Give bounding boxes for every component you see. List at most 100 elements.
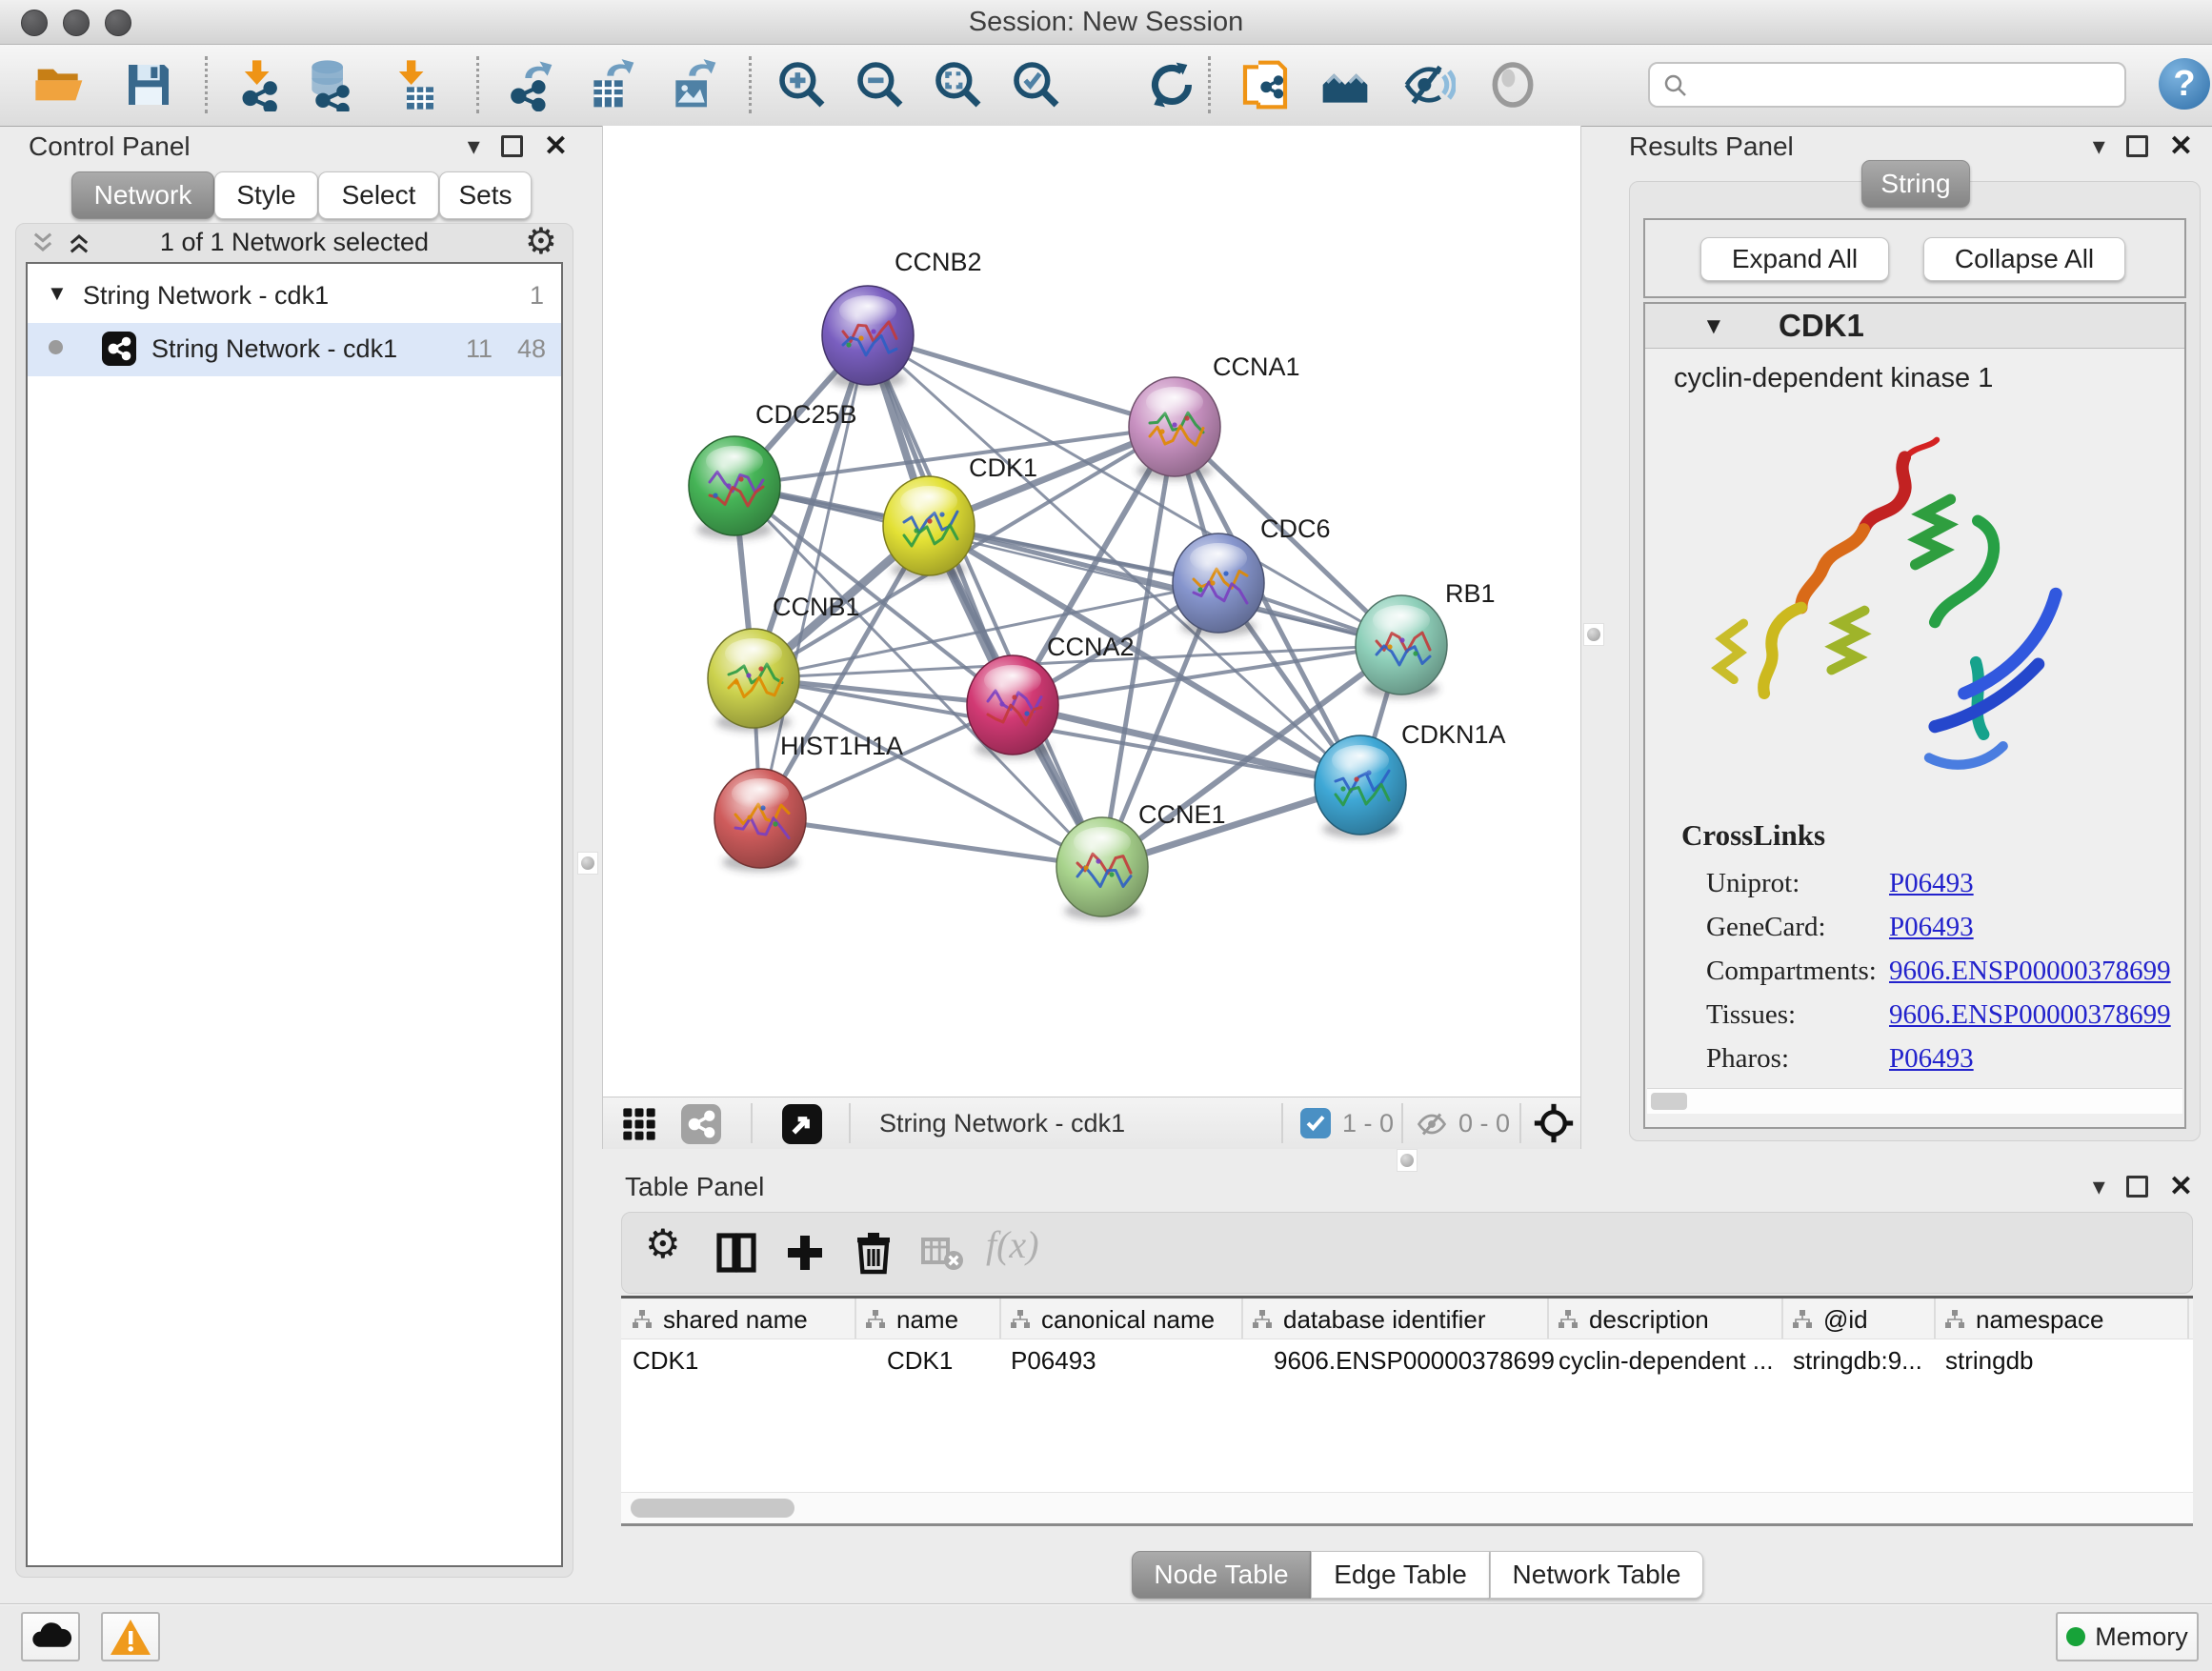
tab-network-table[interactable]: Network Table [1490,1551,1703,1599]
close-panel-icon[interactable]: ✕ [2169,137,2193,156]
network-row-selected[interactable]: String Network - cdk1 11 48 [28,323,561,376]
collapse-all-button[interactable]: Collapse All [1923,237,2125,281]
float-panel-icon[interactable]: ▾ [468,131,480,161]
left-splitter-handle[interactable] [577,852,598,875]
zoom-in-icon[interactable] [775,58,829,111]
section-expander-icon[interactable]: ▼ [1702,313,1725,340]
help-button[interactable]: ? [2159,58,2210,110]
crosslink-link[interactable]: 9606.ENSP00000378699 [1889,999,2171,1031]
zoom-out-icon[interactable] [854,58,907,111]
maximize-panel-icon[interactable] [2126,135,2148,157]
show-columns-icon[interactable] [714,1230,759,1276]
search-input[interactable] [1699,66,2113,102]
save-session-icon[interactable] [122,58,175,111]
search-icon [1661,71,1690,100]
selected-checkbox-icon[interactable] [1300,1108,1331,1138]
bottom-splitter-handle[interactable] [1397,1149,1418,1172]
network-collection-row[interactable]: ▼ String Network - cdk1 1 [28,272,561,321]
tab-select[interactable]: Select [318,171,439,219]
table-cell[interactable]: CDK1 [633,1346,851,1376]
hidden-eye-icon [1415,1107,1449,1141]
tab-edge-table[interactable]: Edge Table [1311,1551,1490,1599]
gear-icon[interactable]: ⚙ [525,220,557,263]
column-header-canonical-name[interactable]: canonical name [999,1299,1243,1339]
float-panel-icon[interactable]: ▾ [2093,1172,2105,1201]
export-network-icon[interactable] [503,58,556,111]
table-settings-gear-icon[interactable]: ⚙ [645,1220,691,1266]
network-node-label: CCNA1 [1213,352,1300,381]
close-panel-icon[interactable]: ✕ [544,137,568,156]
network-node-CDC6[interactable]: CDC6 [1173,514,1331,636]
crosslink-link[interactable]: P06493 [1889,912,1974,943]
cloud-status-button[interactable] [21,1612,80,1661]
zoom-selected-icon[interactable] [1010,58,1063,111]
network-node-label: CDC6 [1260,514,1331,543]
right-splitter-handle[interactable] [1583,623,1604,646]
hidden-counter: 0 - 0 [1458,1109,1510,1138]
collection-count: 1 [530,281,544,311]
column-header-shared-name[interactable]: shared name [621,1299,856,1339]
crosslink-label: Uniprot: [1706,868,1800,898]
table-header-row: shared namenamecanonical namedatabase id… [621,1299,2193,1339]
show-graphics-details-eye-icon[interactable] [1486,58,1539,111]
table-cell[interactable]: cyclin-dependent ... [1558,1346,1778,1376]
tab-node-table[interactable]: Node Table [1132,1551,1311,1599]
string-share-icon[interactable] [681,1104,721,1144]
network-canvas[interactable]: CCNB2CCNA1CDC25BCDK1CDC6RB1CCNB1CCNA2CDK… [603,126,1580,1094]
crosslink-link[interactable]: 9606.ENSP00000378699 [1889,956,2171,987]
maximize-panel-icon[interactable] [2126,1176,2148,1198]
column-header--id[interactable]: @id [1781,1299,1936,1339]
network-node-CDKN1A[interactable]: CDKN1A [1315,720,1506,838]
zoom-fit-icon[interactable] [932,58,985,111]
tab-string[interactable]: String [1861,160,1970,208]
column-header-name[interactable]: name [855,1299,1001,1339]
network-node-CCNB2[interactable]: CCNB2 [822,248,982,389]
crosslink-link[interactable]: P06493 [1889,1043,1974,1075]
export-table-icon[interactable] [585,58,638,111]
tab-sets[interactable]: Sets [439,171,532,219]
import-network-database-icon[interactable] [303,58,356,111]
node-table: shared namenamecanonical namedatabase id… [621,1296,2193,1526]
apply-layout-icon[interactable] [1145,58,1198,111]
table-cell[interactable]: P06493 [1011,1346,1237,1376]
protein-section-header[interactable]: ▼ CDK1 [1645,304,2184,349]
table-cell[interactable]: stringdb [1945,1346,2183,1376]
table-horizontal-scrollbar[interactable] [621,1492,2193,1523]
import-table-file-icon[interactable] [387,58,440,111]
selection-status: 1 of 1 Network selected [16,228,573,257]
add-column-icon[interactable] [782,1230,828,1276]
crosslink-link[interactable]: P06493 [1889,868,1974,899]
network-node-HIST1H1A[interactable]: HIST1H1A [714,732,903,872]
table-cell[interactable]: stringdb:9... [1793,1346,1930,1376]
close-panel-icon[interactable]: ✕ [2169,1178,2193,1197]
birds-eye-view-icon[interactable] [782,1104,822,1144]
search-field[interactable] [1648,62,2126,108]
memory-button[interactable]: Memory [2056,1612,2199,1661]
warning-status-button[interactable] [101,1612,160,1661]
delete-column-icon[interactable] [851,1230,896,1276]
export-image-icon[interactable] [667,58,720,111]
maximize-panel-icon[interactable] [501,135,523,157]
column-header-database-identifier[interactable]: database identifier [1241,1299,1549,1339]
open-session-icon[interactable] [33,58,87,111]
table-cell[interactable]: 9606.ENSP00000378699 [1274,1346,1564,1376]
results-horizontal-scrollbar[interactable] [1647,1088,2182,1114]
grid-view-icon[interactable] [620,1105,658,1143]
hide-details-eye-icon[interactable] [1402,58,1456,111]
network-node-RB1[interactable]: RB1 [1356,579,1496,698]
clone-network-icon[interactable] [1238,58,1292,111]
tab-style[interactable]: Style [214,171,318,219]
collection-expander-icon[interactable]: ▼ [47,281,68,306]
expand-all-button[interactable]: Expand All [1700,237,1889,281]
column-header-namespace[interactable]: namespace [1934,1299,2189,1339]
column-header-description[interactable]: description [1547,1299,1783,1339]
network-node-CDK1[interactable]: CDK1 [883,453,1037,579]
tab-network[interactable]: Network [71,171,214,219]
float-panel-icon[interactable]: ▾ [2093,131,2105,161]
import-network-file-icon[interactable] [232,58,286,111]
fit-selected-crosshair-icon[interactable] [1533,1102,1575,1144]
table-cell[interactable]: CDK1 [887,1346,1016,1376]
nested-network-home-icon[interactable] [1318,58,1372,111]
network-node-CCNA1[interactable]: CCNA1 [1129,352,1300,480]
protein-structure-image [1685,428,2095,809]
